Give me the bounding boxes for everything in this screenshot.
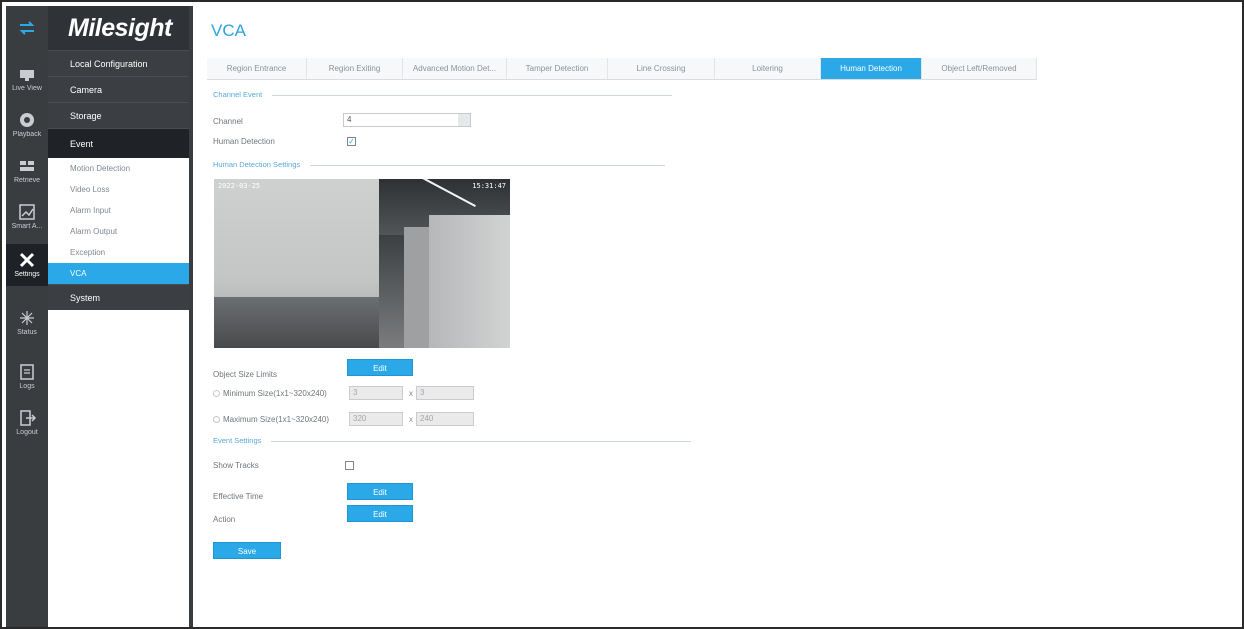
human-detection-checkbox[interactable]: ✓ (347, 137, 356, 146)
app-window: Live View Playback Retrieve Smart A... S… (0, 0, 1244, 629)
maximum-height-input[interactable]: 240 (416, 412, 474, 426)
preview-pillar (429, 215, 510, 348)
section-title: Human Detection Settings (213, 160, 301, 169)
section-channel-event: Channel Event (213, 90, 673, 99)
rail-item-logout[interactable]: Logout (6, 402, 48, 444)
rail-item-live-view[interactable]: Live View (6, 58, 48, 100)
live-view-icon (20, 70, 34, 81)
channel-label: Channel (213, 117, 243, 126)
channel-value: 4 (347, 115, 352, 124)
main-content: VCA Region Entrance Region Exiting Advan… (197, 6, 1242, 627)
section-title: Event Settings (213, 436, 262, 445)
rail-item-retrieve[interactable]: Retrieve (6, 150, 48, 192)
menu-local-configuration[interactable]: Local Configuration (48, 50, 189, 76)
tab-advanced-motion-detection[interactable]: Advanced Motion Det... (403, 58, 507, 79)
menu-camera[interactable]: Camera (48, 76, 189, 102)
preview-floor (214, 297, 404, 348)
tab-human-detection[interactable]: Human Detection (821, 58, 922, 79)
logout-icon (20, 410, 37, 426)
rail-item-status[interactable]: Status (6, 302, 48, 344)
menu-item-vca[interactable]: VCA (48, 263, 189, 284)
object-size-limits-label: Object Size Limits (213, 370, 278, 379)
minimum-size-option[interactable]: Minimum Size(1x1~320x240) (213, 389, 327, 398)
tab-object-left-removed[interactable]: Object Left/Removed (922, 58, 1037, 79)
settings-menu: Milesight Local Configuration Camera Sto… (48, 6, 193, 627)
brand-logo: Milesight (48, 6, 189, 50)
chevron-down-icon (458, 114, 470, 126)
action-label: Action (213, 515, 236, 524)
effective-time-edit-button[interactable]: Edit (347, 483, 413, 500)
human-detection-label: Human Detection (213, 137, 275, 146)
transfer-icon (19, 21, 35, 35)
effective-time-label: Effective Time (213, 492, 264, 501)
playback-icon (20, 113, 34, 127)
smart-analytics-icon (19, 204, 35, 220)
show-tracks-label: Show Tracks (213, 461, 259, 470)
minimum-size-label: Minimum Size(1x1~320x240) (223, 389, 327, 398)
logs-icon (20, 364, 34, 380)
save-button[interactable]: Save (213, 542, 281, 559)
section-rule (310, 164, 666, 166)
menu-item-alarm-output[interactable]: Alarm Output (48, 221, 189, 242)
rail-item-switch[interactable] (6, 12, 48, 54)
icon-rail: Live View Playback Retrieve Smart A... S… (6, 6, 48, 627)
retrieve-icon (20, 161, 34, 171)
minimum-width-input[interactable]: 3 (349, 386, 403, 400)
tab-region-exiting[interactable]: Region Exiting (307, 58, 403, 79)
osd-time: 15:31:47 (472, 182, 506, 190)
radio-icon (213, 390, 220, 398)
channel-select[interactable]: 4 (343, 113, 471, 127)
object-size-edit-button[interactable]: Edit (347, 359, 413, 376)
checkmark-icon: ✓ (348, 137, 355, 146)
menu-storage[interactable]: Storage (48, 102, 189, 128)
menu-item-video-loss[interactable]: Video Loss (48, 179, 189, 200)
preview-pillar-shadow (404, 227, 430, 348)
rail-item-settings[interactable]: Settings (6, 244, 48, 286)
tab-line-crossing[interactable]: Line Crossing (608, 58, 715, 79)
menu-item-motion-detection[interactable]: Motion Detection (48, 158, 189, 179)
menu-item-exception[interactable]: Exception (48, 242, 189, 263)
camera-preview[interactable]: 2022-03-25 15:31:47 (214, 179, 510, 348)
page-title: VCA (211, 21, 246, 40)
rail-item-smart-analytics[interactable]: Smart A... (6, 196, 48, 238)
settings-icon (19, 252, 35, 268)
section-event-settings: Event Settings (213, 436, 692, 445)
tab-region-entrance[interactable]: Region Entrance (207, 58, 307, 79)
radio-icon (213, 416, 220, 424)
tab-tamper-detection[interactable]: Tamper Detection (507, 58, 608, 79)
section-human-detection-settings: Human Detection Settings (213, 160, 666, 169)
times-sign: x (409, 415, 413, 424)
maximum-width-input[interactable]: 320 (349, 412, 403, 426)
vca-tabs: Region Entrance Region Exiting Advanced … (207, 58, 1037, 80)
times-sign: x (409, 389, 413, 398)
status-icon (20, 311, 34, 325)
section-title: Channel Event (213, 90, 263, 99)
minimum-height-input[interactable]: 3 (416, 386, 474, 400)
tab-loitering[interactable]: Loitering (715, 58, 821, 79)
menu-event[interactable]: Event (48, 128, 189, 158)
maximum-size-option[interactable]: Maximum Size(1x1~320x240) (213, 415, 329, 424)
rail-item-playback[interactable]: Playback (6, 104, 48, 146)
menu-system[interactable]: System (48, 284, 189, 310)
menu-item-alarm-input[interactable]: Alarm Input (48, 200, 189, 221)
section-rule (272, 94, 673, 96)
action-edit-button[interactable]: Edit (347, 505, 413, 522)
rail-item-logs[interactable]: Logs (6, 356, 48, 398)
section-rule (271, 440, 692, 442)
osd-date: 2022-03-25 (218, 182, 261, 190)
maximum-size-label: Maximum Size(1x1~320x240) (223, 415, 330, 424)
show-tracks-checkbox[interactable] (345, 461, 354, 470)
